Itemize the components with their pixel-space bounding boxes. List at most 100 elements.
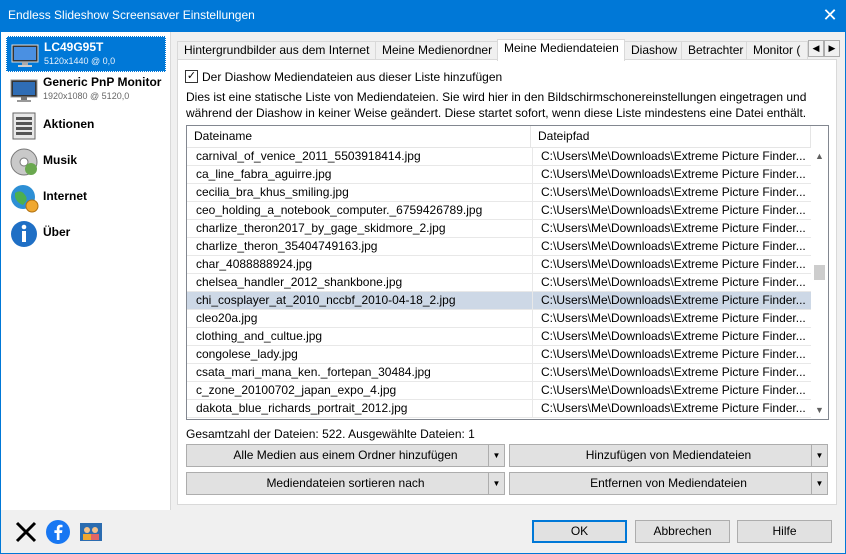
close-button[interactable]: ✕	[814, 0, 846, 32]
filename-cell: chi_cosplayer_at_2010_nccbf_2010-04-18_2…	[196, 293, 456, 307]
filename-cell: c_zone_20100702_japan_expo_4.jpg	[196, 383, 397, 397]
include-list-checkbox[interactable]: ✓	[185, 70, 198, 83]
monitor-icon	[10, 40, 40, 70]
sort-media-files-button[interactable]: Mediendateien sortieren nach ▼	[186, 472, 505, 495]
filename-cell: cecilia_bra_khus_smiling.jpg	[196, 185, 349, 199]
table-row[interactable]: charlize_theron_35404749163.jpg C:\Users\…	[187, 238, 811, 256]
window-title: Endless Slideshow Screensaver Einstellun…	[8, 8, 255, 22]
sidebar-item-musik[interactable]: Musik	[6, 144, 166, 180]
help-button[interactable]: Hilfe	[737, 520, 832, 543]
table-row[interactable]: cecilia_bra_khus_smiling.jpg C:\Users\Me\…	[187, 184, 811, 202]
remove-media-files-label: Entfernen von Mediendateien	[590, 476, 747, 490]
dropdown-arrow-icon[interactable]: ▼	[811, 473, 827, 494]
settings-content: Hintergrundbilder aus dem Internet Meine…	[171, 32, 845, 510]
filepath-cell: C:\Users\Me\Downloads\Extreme Picture Fi…	[532, 382, 807, 400]
sidebar-item-resolution: 5120x1440 @ 0,0	[44, 56, 116, 66]
filename-cell: ceo_holding_a_notebook_computer._6759426…	[196, 203, 483, 217]
vertical-scrollbar[interactable]: ▲ ▼	[811, 148, 828, 419]
filepath-cell: C:\Users\Me\Downloads\Extreme Picture Fi…	[532, 148, 807, 166]
filename-cell: char_4088888924.jpg	[196, 257, 313, 271]
filename-cell: charlize_theron2017_by_gage_skidmore_2.j…	[196, 221, 446, 235]
add-media-files-button[interactable]: Hinzufügen von Mediendateien ▼	[509, 444, 828, 467]
media-file-list[interactable]: Dateiname Dateipfad carnival_of_venice_2…	[186, 125, 829, 420]
description-text: Dies ist eine statische Liste von Medien…	[186, 90, 807, 120]
column-header-filepath[interactable]: Dateipfad	[531, 126, 811, 148]
sidebar-item-internet[interactable]: Internet	[6, 180, 166, 216]
ok-button[interactable]: OK	[532, 520, 627, 543]
internet-globe-icon	[9, 183, 39, 213]
include-list-checkbox-label[interactable]: Der Diashow Mediendateien aus dieser Lis…	[202, 70, 502, 84]
cancel-button[interactable]: Abbrechen	[635, 520, 730, 543]
filepath-cell: C:\Users\Me\Downloads\Extreme Picture Fi…	[532, 274, 807, 292]
filepath-cell: C:\Users\Me\Downloads\Extreme Picture Fi…	[532, 400, 807, 418]
tab-scroll-left-button[interactable]: ◀	[808, 40, 824, 57]
sidebar-item-resolution: 1920x1080 @ 5120,0	[43, 91, 130, 101]
sidebar-item-label: Aktionen	[43, 117, 95, 131]
table-row[interactable]: c_zone_20100702_japan_expo_4.jpg C:\Users…	[187, 382, 811, 400]
filepath-cell: C:\Users\Me\Downloads\Extreme Picture Fi…	[532, 166, 807, 184]
tab-monitor[interactable]: Monitor (	[746, 41, 808, 60]
table-row[interactable]: csata_mari_mana_ken._fortepan_30484.jpg C…	[187, 364, 811, 382]
tab-hintergrundbilder[interactable]: Hintergrundbilder aus dem Internet	[177, 41, 376, 60]
title-bar: Endless Slideshow Screensaver Einstellun…	[0, 0, 846, 32]
scroll-up-button[interactable]: ▲	[811, 148, 828, 165]
sidebar-item-label: Über	[43, 225, 71, 239]
dropdown-arrow-icon[interactable]: ▼	[811, 445, 827, 466]
table-row[interactable]: chelsea_handler_2012_shankbone.jpg C:\Use…	[187, 274, 811, 292]
tab-strip: Hintergrundbilder aus dem Internet Meine…	[177, 39, 840, 61]
sidebar-item-ueber[interactable]: Über	[6, 216, 166, 252]
dropdown-arrow-icon[interactable]: ▼	[488, 473, 504, 494]
sidebar-item-label: LC49G95T	[44, 40, 104, 54]
filepath-cell: C:\Users\Me\Downloads\Extreme Picture Fi…	[532, 220, 807, 238]
filename-cell: chelsea_handler_2012_shankbone.jpg	[196, 275, 403, 289]
filepath-cell: C:\Users\Me\Downloads\Extreme Picture Fi…	[532, 346, 807, 364]
table-row[interactable]: chi_cosplayer_at_2010_nccbf_2010-04-18_2…	[187, 292, 811, 310]
filepath-cell: C:\Users\Me\Downloads\Extreme Picture Fi…	[532, 364, 807, 382]
tab-medienordner[interactable]: Meine Medienordner	[375, 41, 498, 60]
music-cd-icon	[9, 147, 39, 177]
list-header: Dateiname Dateipfad	[187, 126, 811, 148]
sidebar-item-aktionen[interactable]: Aktionen	[6, 108, 166, 144]
sidebar-item-label: Generic PnP Monitor	[43, 75, 162, 89]
monitor-icon	[9, 75, 39, 105]
list-rows: carnival_of_venice_2011_5503918414.jpg C:…	[187, 148, 811, 418]
table-row[interactable]: dakota_blue_richards_portrait_2012.jpg C:…	[187, 400, 811, 418]
community-icon[interactable]	[79, 520, 103, 544]
table-row[interactable]: char_4088888924.jpg C:\Users\Me\Downloads…	[187, 256, 811, 274]
table-row[interactable]: clothing_and_cultue.jpg C:\Users\Me\Downl…	[187, 328, 811, 346]
sidebar-item-label: Musik	[43, 153, 78, 167]
tab-betrachter[interactable]: Betrachter	[681, 41, 747, 60]
sidebar-item-generic-pnp-monitor[interactable]: Generic PnP Monitor 1920x1080 @ 5120,0	[6, 72, 166, 108]
info-icon	[9, 219, 39, 249]
add-folder-media-label: Alle Medien aus einem Ordner hinzufügen	[233, 448, 458, 462]
dropdown-arrow-icon[interactable]: ▼	[488, 445, 504, 466]
table-row[interactable]: cleo20a.jpg C:\Users\Me\Downloads\Extreme…	[187, 310, 811, 328]
filepath-cell: C:\Users\Me\Downloads\Extreme Picture Fi…	[532, 202, 807, 220]
add-folder-media-button[interactable]: Alle Medien aus einem Ordner hinzufügen …	[186, 444, 505, 467]
dialog-footer: OK Abbrechen Hilfe	[1, 510, 845, 553]
table-row[interactable]: ca_line_fabra_aguirre.jpg C:\Users\Me\Dow…	[187, 166, 811, 184]
scroll-thumb[interactable]	[814, 265, 825, 280]
filename-cell: csata_mari_mana_ken._fortepan_30484.jpg	[196, 365, 431, 379]
filename-cell: dakota_blue_richards_portrait_2012.jpg	[196, 401, 408, 415]
sidebar-item-lc49g95t[interactable]: LC49G95T 5120x1440 @ 0,0	[6, 36, 166, 72]
remove-media-files-button[interactable]: Entfernen von Mediendateien ▼	[509, 472, 828, 495]
tab-mediendateien[interactable]: Meine Mediendateien	[497, 39, 625, 61]
tab-scroll-right-button[interactable]: ▶	[824, 40, 840, 57]
column-header-filename[interactable]: Dateiname	[187, 126, 531, 148]
table-row[interactable]: ceo_holding_a_notebook_computer._6759426…	[187, 202, 811, 220]
x-icon[interactable]	[14, 520, 38, 544]
table-row[interactable]: congolese_lady.jpg C:\Users\Me\Downloads\…	[187, 346, 811, 364]
table-row[interactable]: carnival_of_venice_2011_5503918414.jpg C:…	[187, 148, 811, 166]
filepath-cell: C:\Users\Me\Downloads\Extreme Picture Fi…	[532, 310, 807, 328]
actions-list-icon	[9, 111, 39, 141]
filepath-cell: C:\Users\Me\Downloads\Extreme Picture Fi…	[532, 184, 807, 202]
media-files-panel: ✓ Der Diashow Mediendateien aus dieser L…	[177, 59, 837, 505]
table-row[interactable]: charlize_theron2017_by_gage_skidmore_2.j…	[187, 220, 811, 238]
scroll-down-button[interactable]: ▼	[811, 402, 828, 419]
sidebar: LC49G95T 5120x1440 @ 0,0 Generic PnP Mon…	[1, 32, 171, 510]
facebook-icon[interactable]	[46, 520, 70, 544]
tab-diashow[interactable]: Diashow	[624, 41, 682, 60]
filename-cell: congolese_lady.jpg	[196, 347, 298, 361]
filename-cell: carnival_of_venice_2011_5503918414.jpg	[196, 149, 421, 163]
